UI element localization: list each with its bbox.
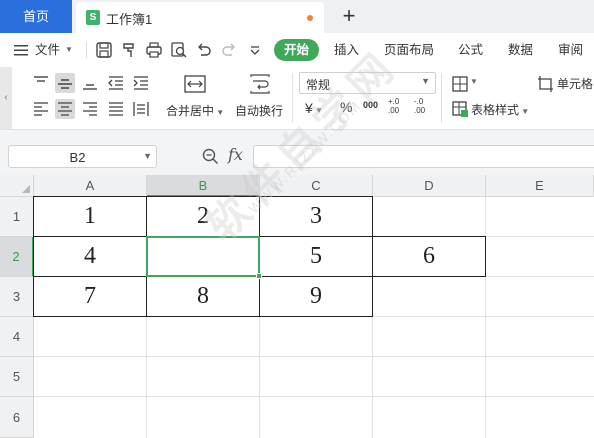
row-header-4[interactable]: 4 xyxy=(0,317,34,357)
chevron-down-icon: ▼ xyxy=(214,108,225,117)
align-bottom-icon[interactable] xyxy=(80,73,100,93)
customize-toolbar-icon[interactable] xyxy=(246,41,264,59)
currency-symbol: ¥ xyxy=(305,100,313,116)
distributed-align-icon[interactable] xyxy=(131,99,151,119)
tab-formulas[interactable]: 公式 xyxy=(458,33,483,67)
row-header-6[interactable]: 6 xyxy=(0,397,34,438)
thousands-separator-button[interactable]: 000 xyxy=(363,100,378,110)
number-format-value: 常规 xyxy=(306,78,331,92)
number-format-select[interactable]: 常规 ▼ xyxy=(299,72,436,94)
document-tab[interactable]: S 工作簿1 xyxy=(76,2,324,33)
justify-icon[interactable] xyxy=(106,99,126,119)
align-middle-icon[interactable] xyxy=(55,73,75,93)
merge-center-button[interactable]: 合并居中 ▼ xyxy=(166,102,224,119)
tab-data[interactable]: 数据 xyxy=(508,33,533,67)
column-header-d[interactable]: D xyxy=(373,175,486,197)
align-top-icon[interactable] xyxy=(31,73,51,93)
percent-button[interactable]: % xyxy=(340,99,352,115)
column-header-a[interactable]: A xyxy=(34,175,147,197)
decrease-decimal-button[interactable]: -.0 .00 xyxy=(414,97,432,115)
spreadsheet-grid: ABCDE 123456 123456789 xyxy=(0,175,594,438)
tab-insert[interactable]: 插入 xyxy=(334,33,359,67)
print-preview-icon[interactable] xyxy=(170,41,188,59)
save-icon[interactable] xyxy=(95,41,113,59)
fill-handle[interactable] xyxy=(256,273,262,279)
select-all-button[interactable] xyxy=(0,175,34,197)
cell-format-button[interactable]: 单元格 xyxy=(557,75,593,92)
table-style-icon[interactable] xyxy=(450,99,470,119)
cell-c1[interactable]: 3 xyxy=(260,197,372,236)
tab-review[interactable]: 审阅 xyxy=(558,33,583,67)
column-header-c[interactable]: C xyxy=(260,175,373,197)
currency-button[interactable]: ¥ ▼ xyxy=(305,100,323,116)
menu-bar: 文件 ▼ 开始 插入 页面布局 公式 数据 审阅 xyxy=(0,33,594,67)
name-box-value: B2 xyxy=(69,150,86,165)
increase-indent-icon[interactable] xyxy=(131,73,151,93)
cell-d2[interactable]: 6 xyxy=(373,237,485,276)
chevron-down-icon: ▼ xyxy=(421,76,430,86)
cell-c3[interactable]: 9 xyxy=(260,277,372,316)
cell-b3[interactable]: 8 xyxy=(147,277,259,316)
cell-a1[interactable]: 1 xyxy=(34,197,146,236)
tab-bar: 首页 S 工作簿1 + xyxy=(0,0,594,33)
chevron-down-icon: ▼ xyxy=(519,107,530,116)
cell-format-icon[interactable] xyxy=(536,74,556,94)
formula-bar: B2 ▼ fx xyxy=(0,129,594,175)
unsaved-indicator xyxy=(307,15,313,21)
file-menu-label: 文件 xyxy=(35,43,61,57)
table-style-label: 表格样式 xyxy=(471,103,520,117)
cell-b1[interactable]: 2 xyxy=(147,197,259,236)
zoom-icon[interactable] xyxy=(202,148,219,165)
name-box[interactable]: B2 ▼ xyxy=(8,145,157,168)
print-icon[interactable] xyxy=(145,41,163,59)
column-header-e[interactable]: E xyxy=(486,175,594,197)
insert-function-button[interactable]: fx xyxy=(228,145,243,164)
align-left-icon[interactable] xyxy=(31,99,51,119)
wrap-text-icon[interactable] xyxy=(248,74,272,94)
align-center-icon[interactable] xyxy=(55,99,75,119)
row-header-5[interactable]: 5 xyxy=(0,357,34,397)
new-tab-button[interactable]: + xyxy=(336,3,362,29)
wrap-text-button[interactable]: 自动换行 xyxy=(235,102,283,119)
chevron-down-icon: ▼ xyxy=(470,77,478,86)
chevron-down-icon: ▼ xyxy=(65,45,73,54)
align-right-icon[interactable] xyxy=(80,99,100,119)
home-tab[interactable]: 首页 xyxy=(0,0,72,33)
increase-decimal-button[interactable]: +.0 .00 xyxy=(388,97,406,115)
column-header-b[interactable]: B xyxy=(147,175,260,197)
table-style-button[interactable]: 表格样式 ▼ xyxy=(471,101,529,118)
undo-icon[interactable] xyxy=(195,41,213,59)
format-painter-icon[interactable] xyxy=(120,41,138,59)
cell-a3[interactable]: 7 xyxy=(34,277,146,316)
cell-c2[interactable]: 5 xyxy=(260,237,372,276)
tab-start[interactable]: 开始 xyxy=(274,39,319,61)
decrease-indent-icon[interactable] xyxy=(106,73,126,93)
row-header-3[interactable]: 3 xyxy=(0,277,34,317)
spreadsheet-icon: S xyxy=(86,10,100,25)
merge-center-icon[interactable] xyxy=(183,74,207,94)
row-header-2[interactable]: 2 xyxy=(0,237,34,277)
hamburger-icon xyxy=(14,45,28,56)
tab-page-layout[interactable]: 页面布局 xyxy=(384,33,434,67)
chevron-down-icon: ▼ xyxy=(312,106,323,115)
redo-icon[interactable] xyxy=(220,41,238,59)
formula-input[interactable] xyxy=(253,145,594,168)
chevron-down-icon: ▼ xyxy=(143,151,152,161)
row-header-1[interactable]: 1 xyxy=(0,197,34,237)
document-title: 工作簿1 xyxy=(106,12,153,27)
active-cell-selection xyxy=(146,236,260,277)
merge-center-label: 合并居中 xyxy=(166,104,215,118)
ribbon-scroll-left-button[interactable]: ‹ xyxy=(0,67,12,129)
cell-a2[interactable]: 4 xyxy=(34,237,146,276)
borders-icon[interactable] xyxy=(450,74,470,94)
ribbon-toolbar: ‹ 合并居中 ▼ 自动换行 常规 ▼ ¥ ▼ % 000 +.0 .00 -.0… xyxy=(0,67,594,129)
